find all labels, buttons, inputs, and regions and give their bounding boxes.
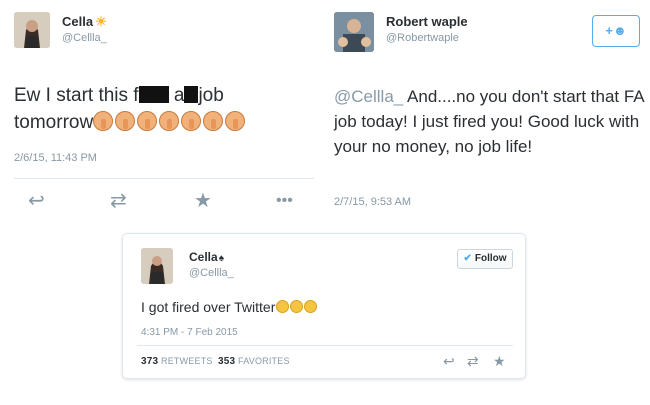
censor-bar [138,86,169,103]
twitter-bird-icon: ✔ [463,253,472,264]
censor-bar [184,86,199,103]
avatar[interactable] [141,248,173,284]
laughing-emoji-icon [290,300,304,313]
retweet-icon[interactable]: ⇄ [110,188,127,214]
retweets-count[interactable]: 373 [141,356,158,367]
reply-icon[interactable]: ↩ [443,352,455,370]
retweet-icon[interactable]: ⇄ [467,352,479,370]
display-name[interactable]: Cella ☀ [62,14,107,30]
star-icon[interactable]: ★ [493,352,506,370]
username[interactable]: @Cellla_ [62,32,107,44]
tweet-text: I got fired over Twitter [141,299,318,315]
sun-emoji-icon: ☀ [95,14,107,29]
thumbs-down-emoji-icon [115,111,136,131]
timestamp[interactable]: 4:31 PM - 7 Feb 2015 [141,327,238,338]
thumbs-down-emoji-icon [137,111,158,131]
tweet-text: @Cellla_ And....no you don't start that … [334,87,644,156]
follow-button[interactable]: +☻ [592,15,640,47]
thumbs-down-emoji-icon [225,111,246,131]
thumbs-down-emoji-icon [159,111,180,131]
follow-button[interactable]: ✔ Follow [457,249,513,269]
timestamp[interactable]: 2/7/15, 9:53 AM [334,196,411,208]
more-icon[interactable]: ••• [276,188,293,214]
avatar[interactable] [14,12,50,48]
tweet-text: Ew I start this f a job tomorrow [14,82,314,136]
divider [14,178,314,179]
tweet-actions: ↩ ⇄ ★ [443,352,513,370]
avatar[interactable] [334,12,374,52]
display-name[interactable]: Cella♠ [189,250,224,264]
embedded-tweet-card: Cella♠ @Cellla_ ✔ Follow I got fired over… [122,233,526,379]
display-name[interactable]: Robert waple [386,14,468,29]
tweet-stats: 373 RETWEETS 353 FAVORITES [141,356,290,367]
mention-link[interactable]: @Cellla_ [334,87,403,106]
timestamp[interactable]: 2/6/15, 11:43 PM [14,152,97,164]
favorites-count[interactable]: 353 [218,356,235,367]
favorites-label: FAVORITES [238,356,290,366]
username[interactable]: @Robertwaple [386,32,459,44]
thumbs-down-emoji-icon [181,111,202,131]
laughing-emoji-icon [276,300,290,313]
divider [137,345,513,346]
reply-icon[interactable]: ↩ [28,188,45,214]
username[interactable]: @Cellla_ [189,267,234,279]
laughing-emoji-icon [304,300,318,313]
thumbs-down-emoji-icon [203,111,224,131]
tweet-actions: ↩ ⇄ ★ ••• [28,188,318,214]
spade-icon: ♠ [218,253,224,264]
retweets-label: RETWEETS [161,356,213,366]
thumbs-down-emoji-icon [93,111,114,131]
star-icon[interactable]: ★ [194,188,212,214]
